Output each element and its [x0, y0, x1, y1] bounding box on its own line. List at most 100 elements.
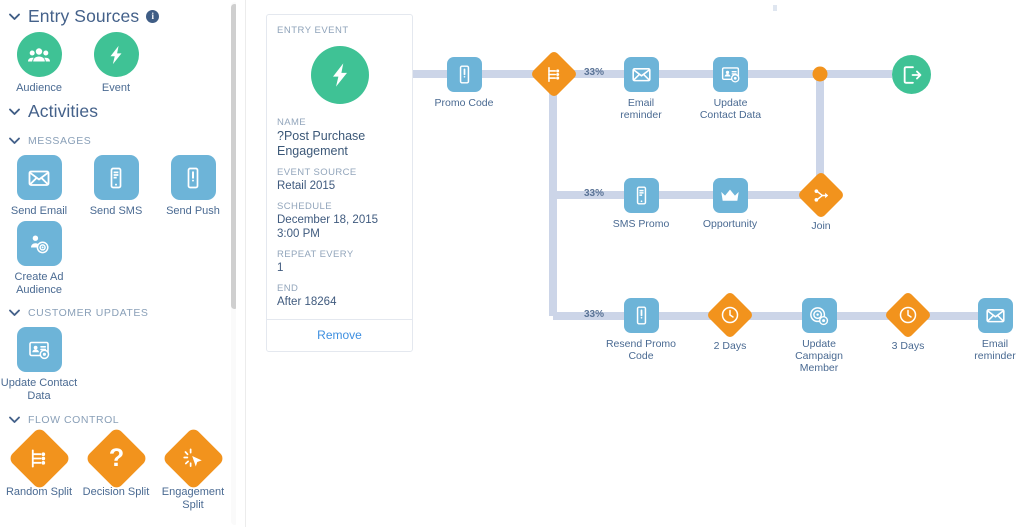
flow-node-label: Email reminder: [620, 97, 662, 121]
palette-item-random-split[interactable]: Random Split: [0, 426, 78, 499]
branch-percent-middle: 33%: [584, 188, 605, 199]
sidebar-section-header-entry-sources[interactable]: Entry Sources i: [8, 6, 160, 27]
sidebar-section-header-messages[interactable]: MESSAGES: [8, 134, 91, 147]
engagement-split-icon: [161, 426, 225, 491]
clock-icon: [705, 290, 755, 340]
sidebar-section-title: Activities: [28, 101, 99, 121]
audience-icon: [16, 32, 62, 77]
flow-node-label: Join: [811, 220, 831, 232]
flow-node-label: 3 Days: [891, 340, 925, 352]
random-split-icon: [7, 426, 71, 491]
flow-node-label: Resend Promo Code: [605, 338, 677, 362]
entry-event-panel[interactable]: ENTRY EVENT NAME ?Post Purchase Engageme…: [266, 14, 413, 352]
merge-junction-dot: [812, 66, 828, 82]
sidebar-section-header-activities[interactable]: Activities: [8, 101, 98, 122]
sidebar-section-title: CUSTOMER UPDATES: [28, 306, 149, 319]
palette-item-label: Event: [101, 82, 131, 94]
flow-node-wait-3-days[interactable]: 3 Days: [874, 290, 942, 352]
entry-field-event-source: EVENT SOURCE Retail 2015: [277, 166, 402, 193]
sidebar-section-title: Entry Sources: [28, 6, 140, 26]
branch-percent-top: 33%: [584, 67, 605, 78]
palette-item-label: Audience: [16, 82, 62, 94]
flow-node-resend-promo-code[interactable]: Resend Promo Code: [600, 298, 682, 362]
palette-item-engagement-split[interactable]: Engagement Split: [154, 426, 232, 511]
entry-event-kicker: ENTRY EVENT: [277, 25, 349, 36]
question-mark-icon: ?: [84, 426, 148, 491]
entry-field-value: ?Post Purchase Engagement: [277, 129, 366, 158]
chevron-down-icon: [8, 134, 21, 147]
envelope-icon: [623, 57, 659, 92]
palette-item-event[interactable]: Event: [77, 32, 155, 95]
entry-field-label: SCHEDULE: [277, 201, 332, 212]
crown-icon: [712, 178, 748, 213]
palette-item-decision-split[interactable]: ? Decision Split: [77, 426, 155, 499]
flow-node-label: Email reminder: [974, 338, 1016, 362]
sidebar-scrollbar-thumb[interactable]: [231, 4, 236, 309]
flow-node-update-contact-data[interactable]: Update Contact Data: [692, 57, 769, 121]
sidebar-section-title: MESSAGES: [28, 134, 92, 147]
flow-node-email-reminder-bottom[interactable]: Email reminder: [960, 298, 1019, 362]
entry-field-value: 1: [277, 262, 284, 274]
flow-node-wait-2-days[interactable]: 2 Days: [696, 290, 764, 352]
flow-node-label: 2 Days: [713, 340, 747, 352]
palette-item-label: Update Contact Data: [0, 377, 78, 402]
mobile-push-icon: [623, 298, 659, 333]
flow-node-label: SMS Promo: [612, 218, 670, 230]
palette-item-send-push[interactable]: Send Push: [154, 155, 232, 218]
canvas-artifact: [773, 5, 777, 11]
chevron-down-icon: [8, 105, 21, 118]
journey-canvas[interactable]: ENTRY EVENT NAME ?Post Purchase Engageme…: [246, 0, 1019, 527]
flow-node-email-reminder-top[interactable]: Email reminder: [606, 57, 676, 121]
entry-field-repeat-every: REPEAT EVERY 1: [277, 248, 402, 275]
envelope-icon: [16, 155, 62, 200]
palette-item-label: Create Ad Audience: [14, 271, 64, 296]
entry-field-label: NAME: [277, 117, 307, 128]
update-campaign-member-icon: [801, 298, 837, 333]
mobile-push-icon: [446, 57, 482, 92]
palette-item-label: Send Email: [10, 205, 68, 217]
flow-node-exit[interactable]: [892, 55, 931, 94]
entry-field-label: END: [277, 283, 299, 294]
palette-item-label: Engagement Split: [161, 486, 225, 511]
flow-node-label: Opportunity: [702, 218, 758, 230]
lightning-bolt-icon: [93, 32, 139, 77]
clock-icon: [883, 290, 933, 340]
remove-button[interactable]: Remove: [267, 319, 412, 351]
palette-item-audience[interactable]: Audience: [0, 32, 78, 95]
update-contact-data-icon: [16, 327, 62, 372]
palette-item-send-email[interactable]: Send Email: [0, 155, 78, 218]
palette-item-label: Send SMS: [89, 205, 143, 217]
palette-item-label: Send Push: [166, 205, 220, 217]
sidebar-section-header-customer-updates[interactable]: CUSTOMER UPDATES: [8, 306, 148, 319]
update-contact-data-icon: [713, 57, 748, 92]
envelope-icon: [977, 298, 1013, 333]
flow-node-random-split[interactable]: [529, 49, 578, 99]
info-icon[interactable]: i: [146, 10, 160, 23]
entry-field-value: Retail 2015: [277, 180, 336, 192]
join-icon: [796, 170, 846, 220]
flow-node-update-campaign-member[interactable]: Update Campaign Member: [780, 298, 858, 374]
flow-node-join[interactable]: Join: [786, 170, 856, 232]
chevron-down-icon: [8, 306, 21, 319]
mobile-push-icon: [170, 155, 216, 200]
lightning-bolt-icon: [310, 46, 369, 104]
random-split-icon: [529, 49, 578, 99]
palette-item-create-ad-audience[interactable]: Create Ad Audience: [0, 221, 78, 296]
flow-node-label: Update Campaign Member: [795, 338, 843, 374]
flow-node-label: Update Contact Data: [699, 97, 762, 121]
entry-field-label: REPEAT EVERY: [277, 249, 354, 260]
flow-node-label: Promo Code: [434, 97, 494, 109]
create-ad-audience-icon: [16, 221, 62, 266]
mobile-sms-icon: [93, 155, 139, 200]
palette-item-update-contact-data[interactable]: Update Contact Data: [0, 327, 78, 402]
exit-icon: [892, 55, 931, 94]
flow-node-sms-promo[interactable]: SMS Promo: [606, 178, 676, 230]
entry-field-label: EVENT SOURCE: [277, 167, 357, 178]
chevron-down-icon: [8, 10, 21, 23]
palette-item-send-sms[interactable]: Send SMS: [77, 155, 155, 218]
flow-node-promo-code[interactable]: Promo Code: [429, 57, 499, 109]
entry-field-schedule: SCHEDULE December 18, 2015 3:00 PM: [277, 200, 402, 241]
sidebar-section-header-flow-control[interactable]: FLOW CONTROL: [8, 413, 119, 426]
entry-field-name: NAME ?Post Purchase Engagement: [277, 116, 402, 159]
flow-node-opportunity[interactable]: Opportunity: [695, 178, 765, 230]
